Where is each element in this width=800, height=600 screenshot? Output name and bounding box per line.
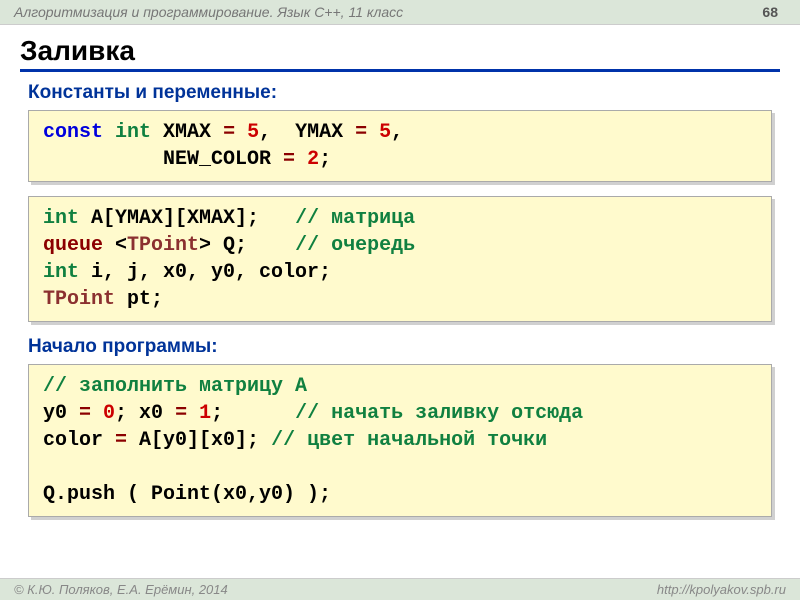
code-text: y0 [43, 402, 67, 425]
code-comment: // заполнить матрицу A [43, 375, 307, 398]
code-block-declarations: int A[YMAX][XMAX]; // матрица queue <TPo… [28, 196, 772, 322]
code-text: ; [211, 402, 295, 425]
code-text: > Q; [199, 234, 295, 257]
kw-const: const [43, 121, 103, 144]
code-text: NEW_COLOR [43, 148, 271, 171]
kw-type-tpoint: TPoint [43, 288, 115, 311]
slide-title: Заливка [20, 35, 780, 72]
code-text: i, j, x0, y0, color; [79, 261, 331, 284]
code-num: 0 [103, 402, 115, 425]
op-eq: = [103, 429, 139, 452]
code-text: pt; [115, 288, 163, 311]
code-text: A[y0][x0]; [139, 429, 271, 452]
section-start-label: Начало программы: [20, 336, 780, 358]
code-num: 5 [247, 121, 259, 144]
footer-url: http://kpolyakov.spb.ru [657, 582, 786, 597]
code-text: ; x0 [115, 402, 163, 425]
kw-queue: queue [43, 234, 103, 257]
header-title: Алгоритмизация и программирование. Язык … [14, 4, 403, 20]
code-block-program-start: // заполнить матрицу A y0 = 0; x0 = 1; /… [28, 364, 772, 517]
code-text: Q.push ( Point(x0,y0) ); [43, 483, 331, 506]
code-comment: // очередь [295, 234, 415, 257]
code-comment: // матрица [295, 207, 415, 230]
kw-type-tpoint: TPoint [127, 234, 199, 257]
code-comment: // начать заливку отсюда [295, 402, 583, 425]
code-text: , [391, 121, 403, 144]
op-eq: = [343, 121, 379, 144]
kw-int: int [43, 207, 79, 230]
code-text: A[YMAX][XMAX]; [79, 207, 295, 230]
op-eq: = [271, 148, 307, 171]
slide-content: Заливка Константы и переменные: const in… [0, 25, 800, 517]
page-number: 68 [762, 4, 786, 20]
code-comment: // цвет начальной точки [271, 429, 547, 452]
op-eq: = [211, 121, 247, 144]
footer-copyright: © К.Ю. Поляков, Е.А. Ерёмин, 2014 [14, 582, 228, 597]
blank-line [43, 456, 55, 479]
code-num: 5 [379, 121, 391, 144]
code-block-constants: const int XMAX = 5, YMAX = 5, NEW_COLOR … [28, 110, 772, 182]
code-text: ; [319, 148, 331, 171]
code-num: 1 [199, 402, 211, 425]
kw-int: int [115, 121, 151, 144]
code-text: < [103, 234, 127, 257]
code-text: color [43, 429, 103, 452]
slide-header: Алгоритмизация и программирование. Язык … [0, 0, 800, 25]
code-text: XMAX [151, 121, 211, 144]
section-constants-label: Константы и переменные: [20, 82, 780, 104]
kw-int: int [43, 261, 79, 284]
slide-footer: © К.Ю. Поляков, Е.А. Ерёмин, 2014 http:/… [0, 578, 800, 600]
code-num: 2 [307, 148, 319, 171]
op-eq: = [67, 402, 103, 425]
code-text: , YMAX [259, 121, 343, 144]
op-eq: = [163, 402, 199, 425]
